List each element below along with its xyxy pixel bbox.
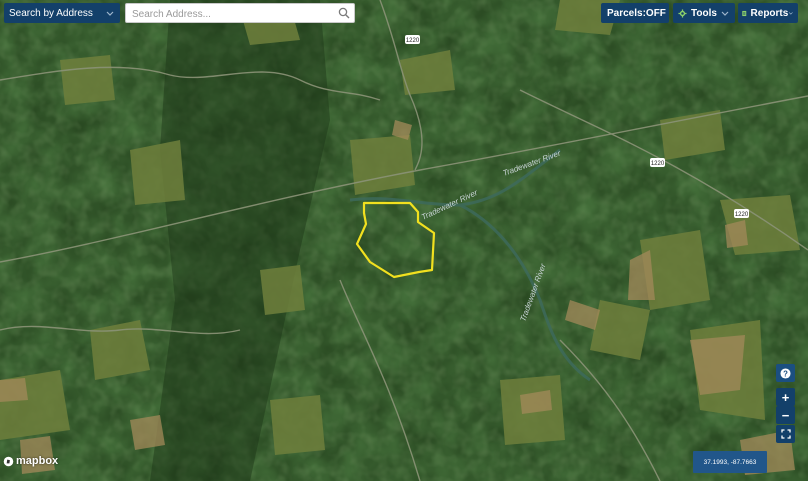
search-input[interactable] [126, 5, 332, 24]
road-shield: 1220 [405, 35, 420, 44]
svg-text:1220: 1220 [406, 38, 420, 44]
tools-label: Tools [691, 7, 717, 19]
mapbox-wordmark: mapbox [16, 455, 59, 467]
help-button[interactable]: ? [776, 364, 795, 382]
search-mode-dropdown[interactable]: Search by Address [4, 3, 120, 23]
svg-text:1220: 1220 [651, 161, 665, 167]
svg-text:1220: 1220 [735, 212, 749, 218]
mapbox-logo[interactable]: mapbox [3, 455, 58, 467]
zoom-in-button[interactable]: + [776, 388, 795, 406]
svg-text:?: ? [783, 369, 788, 378]
chevron-down-icon [721, 11, 729, 16]
chevron-down-icon [789, 12, 794, 15]
parcels-toggle[interactable]: Parcels: OFF [601, 3, 669, 23]
search-box[interactable] [125, 3, 355, 24]
parcels-label: Parcels: [607, 7, 646, 19]
parcels-state: OFF [645, 7, 666, 19]
gear-icon [678, 8, 687, 18]
map-canvas: Tradewater River Tradewater River Tradew… [0, 0, 808, 481]
road-shield: 1220 [650, 158, 665, 167]
search-icon[interactable] [338, 7, 350, 19]
coordinates-readout: 37.1993, -87.7663 [693, 451, 767, 473]
question-icon: ? [780, 367, 791, 379]
road-shield: 1220 [734, 209, 749, 218]
reports-label: Reports [750, 7, 789, 19]
zoom-out-button[interactable]: − [776, 406, 795, 424]
document-icon [742, 10, 747, 16]
satellite-map[interactable]: Tradewater River Tradewater River Tradew… [0, 0, 808, 481]
fullscreen-icon [780, 429, 791, 439]
plus-icon: + [781, 389, 790, 405]
mapbox-icon [3, 456, 14, 466]
search-mode-label: Search by Address [9, 7, 93, 19]
reports-dropdown[interactable]: Reports [738, 3, 798, 23]
fullscreen-button[interactable] [776, 425, 795, 443]
chevron-down-icon [106, 11, 114, 16]
tools-dropdown[interactable]: Tools [673, 3, 735, 23]
minus-icon: − [781, 407, 790, 423]
